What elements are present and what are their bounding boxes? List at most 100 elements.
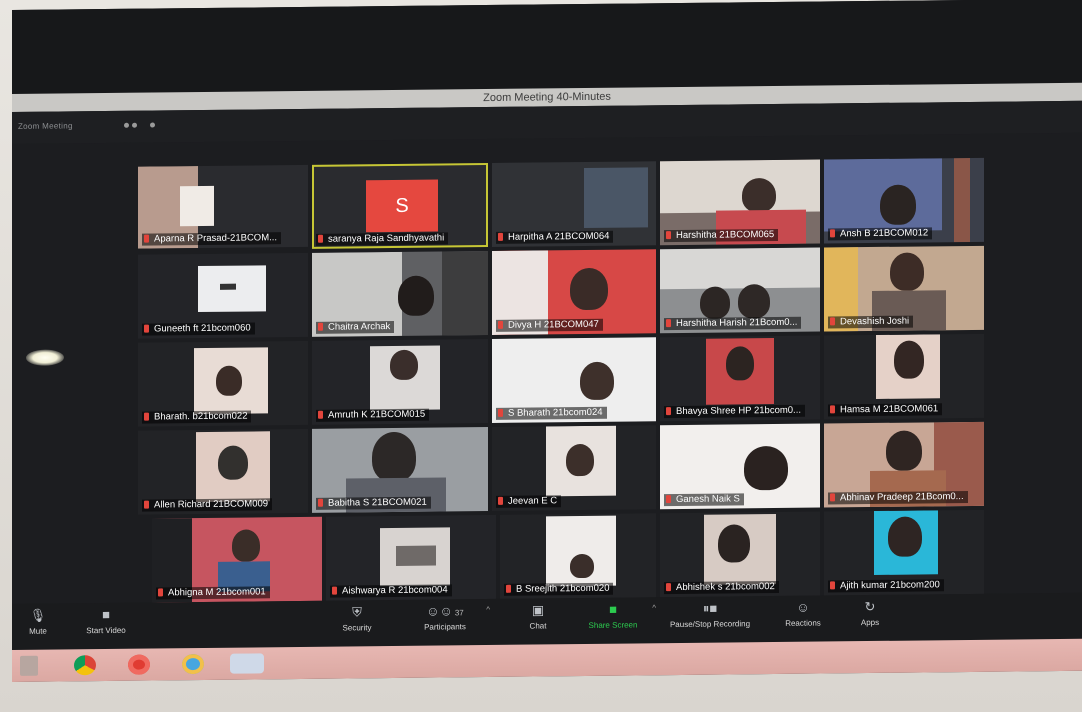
participant-name: Aishwarya R 21bcom004 [330, 584, 452, 598]
video-tile[interactable]: Allen Richard 21BCOM009 [138, 428, 308, 515]
chevron-up-icon[interactable]: ^ [652, 603, 656, 612]
participant-name: Bharath. b21bcom022 [142, 410, 252, 424]
video-tile[interactable]: Amruth K 21BCOM015 [312, 339, 488, 425]
participants-icon: ☺☺ 37 [426, 603, 464, 619]
shield-icon: ⛨ [352, 604, 362, 620]
monitor-screen: Zoom Meeting 40-Minutes Zoom Meeting Apa… [12, 0, 1082, 683]
start-video-button[interactable]: ■ Start Video [76, 607, 136, 636]
video-tile[interactable]: Ganesh Naik S [660, 423, 820, 510]
reaction-icon: ☺ [796, 599, 810, 615]
participant-name: Ajith kumar 21bcom200 [828, 579, 944, 593]
apps-button[interactable]: ↻ Apps [850, 599, 890, 627]
view-option-icon[interactable] [124, 122, 129, 128]
ie-icon[interactable] [182, 653, 204, 675]
share-screen-icon: ■ [609, 601, 617, 617]
pause-stop-icon: ⏸■ [702, 600, 718, 616]
chat-icon: ▣ [531, 602, 545, 618]
microphone-muted-icon [666, 583, 671, 592]
participant-name: Devashish Joshi [828, 315, 914, 329]
participant-name: Amruth K 21BCOM015 [316, 408, 430, 422]
participant-name: Jeevan E C [496, 495, 562, 508]
participant-name: Aparna R Prasad-21BCOM... [142, 232, 282, 246]
microphone-muted-icon [318, 322, 323, 331]
microphone-muted-icon [498, 232, 503, 241]
video-tile[interactable]: Bhavya Shree HP 21bcom0... [660, 335, 820, 422]
video-off-icon: ■ [102, 606, 110, 623]
microphone-muted-icon [830, 317, 835, 326]
chat-button[interactable]: ▣ Chat [518, 602, 558, 630]
chevron-up-icon[interactable]: ^ [486, 605, 490, 614]
microphone-muted-icon [144, 324, 149, 333]
microphone-muted-icon [666, 319, 671, 328]
participant-name: Abhinav Pradeep 21Bcom0... [828, 490, 968, 505]
video-tile[interactable]: Harshitha 21BCOM065 [660, 159, 820, 246]
opera-icon[interactable] [128, 654, 150, 675]
view-option-icon[interactable] [132, 122, 137, 128]
microphone-muted-icon [144, 500, 149, 509]
video-tile[interactable]: S Bharath 21bcom024 [492, 337, 656, 423]
microphone-muted-icon [498, 496, 503, 505]
video-tile[interactable]: Abhigna M 21bcom001 [152, 516, 322, 603]
participant-name: Harshitha 21BCOM065 [664, 228, 779, 243]
video-tile[interactable]: Chaitra Archak [312, 251, 488, 337]
participant-name: saranya Raja Sandhyavathi [316, 232, 449, 246]
video-tile[interactable]: Harpitha A 21BCOM064 [492, 161, 656, 247]
participant-name: Allen Richard 21BCOM009 [142, 498, 273, 512]
fullscreen-icon[interactable] [150, 122, 155, 128]
participants-button[interactable]: ☺☺ 37 Participants ^ [410, 603, 490, 632]
microphone-muted-icon [332, 586, 337, 595]
video-tile[interactable]: Ajith kumar 21bcom200 [824, 509, 984, 596]
reactions-button[interactable]: ☺ Reactions [778, 599, 828, 628]
video-tile-active-speaker[interactable]: S saranya Raja Sandhyavathi [312, 163, 488, 249]
participant-name: Chaitra Archak [316, 320, 395, 334]
microphone-muted-icon [318, 410, 323, 419]
video-tile[interactable]: Aishwarya R 21bcom004 [326, 514, 496, 601]
participant-name: Ansh B 21BCOM012 [828, 227, 933, 241]
apps-icon: ↻ [864, 598, 876, 615]
microphone-muted-icon [830, 493, 835, 502]
microphone-muted-icon [666, 407, 671, 416]
participant-name: Guneeth ft 21bcom060 [142, 322, 255, 336]
video-tile[interactable]: Devashish Joshi [824, 245, 984, 332]
video-tile[interactable]: Abhinav Pradeep 21Bcom0... [824, 421, 984, 508]
video-tile[interactable]: Ansh B 21BCOM012 [824, 157, 984, 244]
participant-name: Divya H 21BCOM047 [496, 318, 603, 332]
participant-name: B Sreejith 21bcom020 [504, 582, 614, 596]
monitor-bezel [12, 0, 1082, 94]
participant-name: Harshitha Harish 21Bcom0... [664, 316, 802, 331]
microphone-muted-icon [830, 581, 835, 590]
video-tile[interactable]: Babitha S 21BCOM021 [312, 427, 488, 513]
video-tile[interactable]: Divya H 21BCOM047 [492, 249, 656, 335]
participant-name: Babitha S 21BCOM021 [316, 496, 431, 510]
chrome-icon[interactable] [74, 655, 96, 676]
participant-name: Harpitha A 21BCOM064 [496, 230, 614, 244]
participant-name: Ganesh Naik S [664, 493, 744, 507]
video-tile[interactable]: Bharath. b21bcom022 [138, 340, 308, 427]
light-glare [26, 349, 64, 366]
microphone-muted-icon [144, 412, 149, 421]
microphone-muted-icon [144, 234, 149, 243]
video-tile[interactable]: Harshitha Harish 21Bcom0... [660, 247, 820, 334]
participant-name: S Bharath 21bcom024 [496, 406, 607, 420]
security-button[interactable]: ⛨ Security [332, 604, 382, 633]
pause-stop-recording-button[interactable]: ⏸■ Pause/Stop Recording [658, 600, 762, 629]
microphone-muted-icon [830, 405, 835, 414]
microphone-muted-icon [498, 320, 503, 329]
participant-name: Abhishek s 21bcom002 [664, 580, 779, 595]
mute-button[interactable]: 🎙 Mute [18, 608, 58, 636]
video-tile[interactable]: Aparna R Prasad-21BCOM... [138, 164, 308, 249]
microphone-muted-icon [666, 231, 671, 240]
start-icon[interactable] [20, 655, 38, 676]
zoom-icon[interactable] [230, 653, 264, 674]
video-tile[interactable]: Guneeth ft 21bcom060 [138, 252, 308, 339]
video-tile[interactable]: Abhishek s 21bcom002 [660, 511, 820, 598]
video-tile[interactable]: Hamsa M 21BCOM061 [824, 333, 984, 420]
video-tile[interactable]: Jeevan E C [492, 425, 656, 511]
meeting-info-label[interactable]: Zoom Meeting [18, 121, 73, 131]
share-screen-button[interactable]: ■ Share Screen ^ [580, 601, 656, 630]
microphone-muted-icon [318, 234, 323, 243]
gallery-view: Aparna R Prasad-21BCOM... S saranya Raja… [12, 132, 1082, 617]
microphone-muted-icon [506, 584, 511, 593]
video-tile[interactable]: B Sreejith 21bcom020 [500, 513, 656, 599]
microphone-icon: 🎙 [29, 607, 47, 623]
